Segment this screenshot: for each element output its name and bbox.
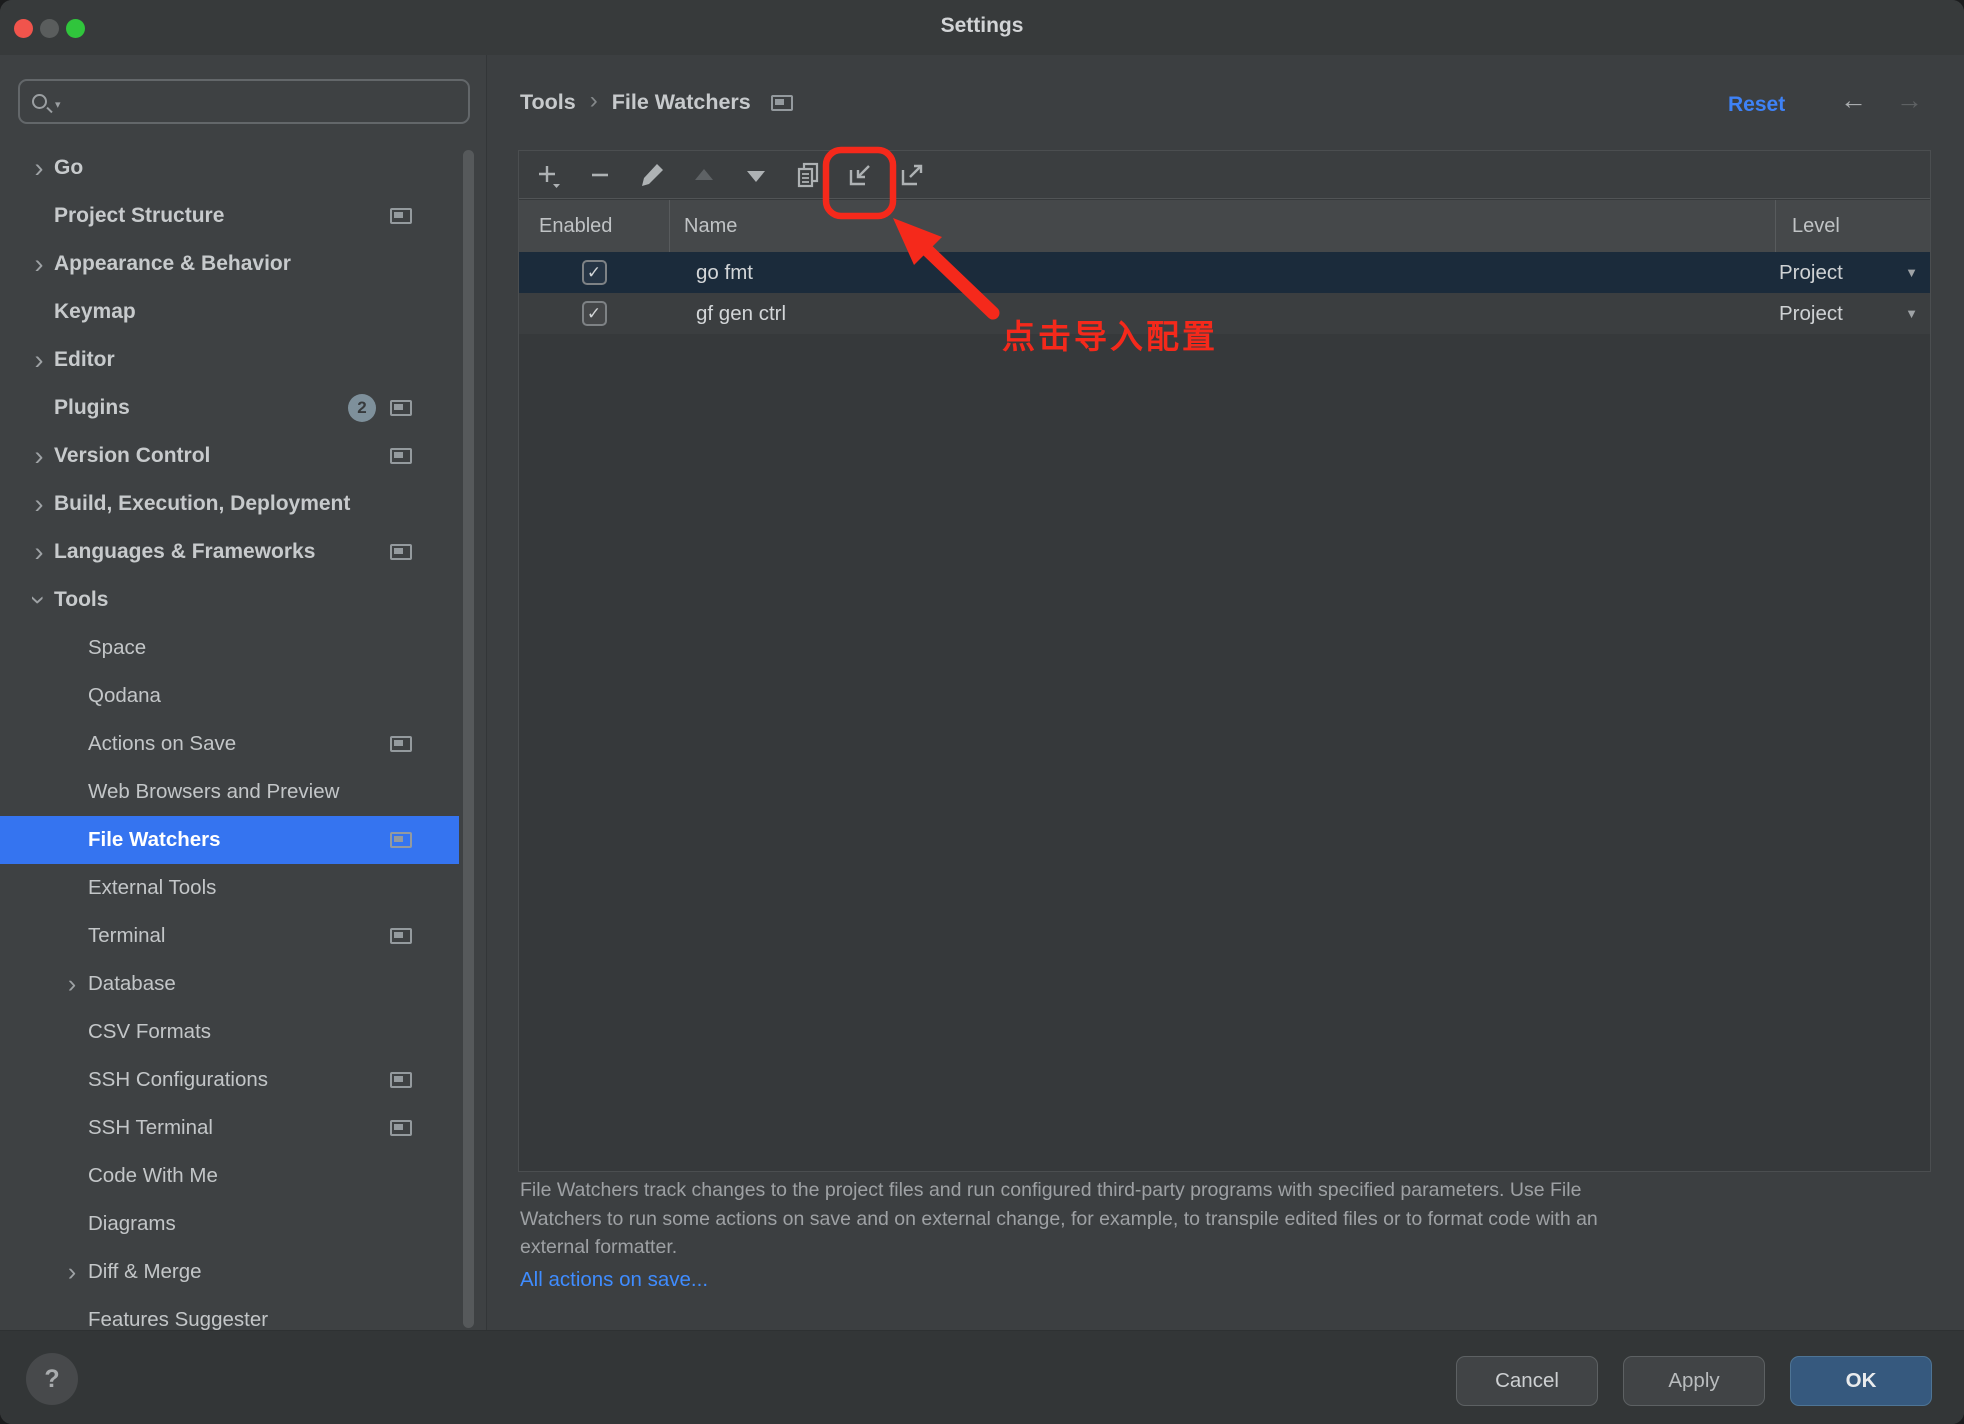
settings-dialog: Settings ▾ ›Go Project Structure ›Appear… <box>0 0 1964 1424</box>
breadcrumb: Tools › File Watchers <box>520 90 793 115</box>
chevron-right-icon: › <box>24 537 54 567</box>
sidebar-item-code-with-me[interactable]: Code With Me <box>0 1152 459 1200</box>
enabled-checkbox[interactable]: ✓ <box>582 260 607 285</box>
chevron-right-icon: › <box>24 345 54 375</box>
reset-link[interactable]: Reset <box>1728 93 1785 117</box>
chevron-right-icon: › <box>56 1257 88 1287</box>
column-header-enabled[interactable]: Enabled <box>519 200 669 252</box>
window-icon <box>390 544 412 560</box>
ok-button[interactable]: OK <box>1790 1356 1932 1406</box>
annotation-text: 点击导入配置 <box>1002 310 1218 358</box>
sidebar-item-features-suggester[interactable]: Features Suggester <box>0 1296 459 1330</box>
export-watchers-button[interactable] <box>893 156 931 194</box>
titlebar: Settings <box>0 0 1964 55</box>
chevron-right-icon: › <box>56 969 88 999</box>
sidebar-item-qodana[interactable]: Qodana <box>0 672 459 720</box>
search-caret-icon: ▾ <box>55 98 61 111</box>
sidebar-item-actions-on-save[interactable]: Actions on Save <box>0 720 459 768</box>
sidebar-item-go[interactable]: ›Go <box>0 144 459 192</box>
copy-watcher-button[interactable] <box>789 156 827 194</box>
file-watchers-description: File Watchers track changes to the proje… <box>520 1176 1598 1262</box>
window-icon <box>390 928 412 944</box>
move-up-button <box>685 156 723 194</box>
move-down-button[interactable] <box>737 156 775 194</box>
settings-sidebar: ▾ ›Go Project Structure ›Appearance & Be… <box>0 55 487 1330</box>
column-header-level[interactable]: Level <box>1775 200 1930 252</box>
forward-arrow-icon: → <box>1896 85 1923 116</box>
sidebar-item-version-control[interactable]: ›Version Control <box>0 432 459 480</box>
remove-watcher-button[interactable] <box>581 156 619 194</box>
sidebar-item-build-execution-deployment[interactable]: ›Build, Execution, Deployment <box>0 480 459 528</box>
breadcrumb-file-watchers: File Watchers <box>612 90 751 115</box>
sidebar-scrollbar[interactable] <box>463 150 474 1328</box>
window-icon <box>390 832 412 848</box>
level-value: Project <box>1779 261 1843 285</box>
dialog-footer: ? Cancel Apply OK <box>0 1330 1964 1424</box>
back-arrow-icon[interactable]: ← <box>1840 85 1867 116</box>
window-title: Settings <box>0 14 1964 38</box>
sidebar-item-keymap[interactable]: Keymap <box>0 288 459 336</box>
column-header-name[interactable]: Name <box>669 200 1775 252</box>
sidebar-item-csv-formats[interactable]: CSV Formats <box>0 1008 459 1056</box>
sidebar-item-web-browsers-and-preview[interactable]: Web Browsers and Preview <box>0 768 459 816</box>
dropdown-arrow-icon: ▼ <box>1905 306 1918 321</box>
window-icon <box>390 448 412 464</box>
breadcrumb-tools[interactable]: Tools <box>520 90 576 115</box>
level-dropdown[interactable]: Project ▼ <box>1775 302 1930 326</box>
add-watcher-button[interactable] <box>529 156 567 194</box>
window-icon <box>771 95 793 111</box>
table-row[interactable]: ✓ gf gen ctrl Project ▼ <box>519 293 1930 334</box>
enabled-checkbox[interactable]: ✓ <box>582 301 607 326</box>
watcher-name: gf gen ctrl <box>669 302 1775 326</box>
table-row[interactable]: ✓ go fmt Project ▼ <box>519 252 1930 293</box>
help-button[interactable]: ? <box>26 1353 78 1405</box>
chevron-right-icon: › <box>24 249 54 279</box>
sidebar-item-editor[interactable]: ›Editor <box>0 336 459 384</box>
sidebar-item-ssh-configurations[interactable]: SSH Configurations <box>0 1056 459 1104</box>
window-icon <box>390 1072 412 1088</box>
cancel-button[interactable]: Cancel <box>1456 1356 1598 1406</box>
sidebar-item-file-watchers[interactable]: File Watchers <box>0 816 459 864</box>
import-watchers-button[interactable] <box>841 156 879 194</box>
chevron-right-icon: › <box>24 441 54 471</box>
level-dropdown[interactable]: Project ▼ <box>1775 261 1930 285</box>
chevron-down-icon: › <box>24 585 54 615</box>
sidebar-item-project-structure[interactable]: Project Structure <box>0 192 459 240</box>
sidebar-item-plugins[interactable]: Plugins2 <box>0 384 459 432</box>
level-value: Project <box>1779 302 1843 326</box>
window-icon <box>390 208 412 224</box>
sidebar-item-terminal[interactable]: Terminal <box>0 912 459 960</box>
search-icon <box>32 94 47 109</box>
window-icon <box>390 736 412 752</box>
sidebar-item-languages-frameworks[interactable]: ›Languages & Frameworks <box>0 528 459 576</box>
window-icon <box>390 400 412 416</box>
watchers-toolbar <box>519 151 1930 199</box>
table-header: Enabled Name Level <box>519 200 1930 252</box>
window-icon <box>390 1120 412 1136</box>
plugins-count-badge: 2 <box>348 394 376 422</box>
dropdown-arrow-icon: ▼ <box>1905 265 1918 280</box>
edit-watcher-button[interactable] <box>633 156 671 194</box>
watcher-name: go fmt <box>669 261 1775 285</box>
sidebar-item-database[interactable]: ›Database <box>0 960 459 1008</box>
watchers-table: Enabled Name Level ✓ go fmt Project ▼ ✓ … <box>518 150 1931 1172</box>
all-actions-on-save-link[interactable]: All actions on save... <box>520 1268 708 1292</box>
search-input[interactable]: ▾ <box>18 79 470 124</box>
chevron-right-icon: › <box>24 153 54 183</box>
sidebar-item-appearance-behavior[interactable]: ›Appearance & Behavior <box>0 240 459 288</box>
sidebar-item-space[interactable]: Space <box>0 624 459 672</box>
sidebar-item-diff-merge[interactable]: ›Diff & Merge <box>0 1248 459 1296</box>
sidebar-item-diagrams[interactable]: Diagrams <box>0 1200 459 1248</box>
sidebar-item-tools[interactable]: ›Tools <box>0 576 459 624</box>
apply-button[interactable]: Apply <box>1623 1356 1765 1406</box>
sidebar-item-ssh-terminal[interactable]: SSH Terminal <box>0 1104 459 1152</box>
settings-tree: ›Go Project Structure ›Appearance & Beha… <box>0 144 487 1330</box>
chevron-right-icon: › <box>24 489 54 519</box>
file-watchers-panel: Tools › File Watchers Reset ← → <box>488 55 1964 1330</box>
breadcrumb-separator-icon: › <box>590 87 598 115</box>
sidebar-item-external-tools[interactable]: External Tools <box>0 864 459 912</box>
